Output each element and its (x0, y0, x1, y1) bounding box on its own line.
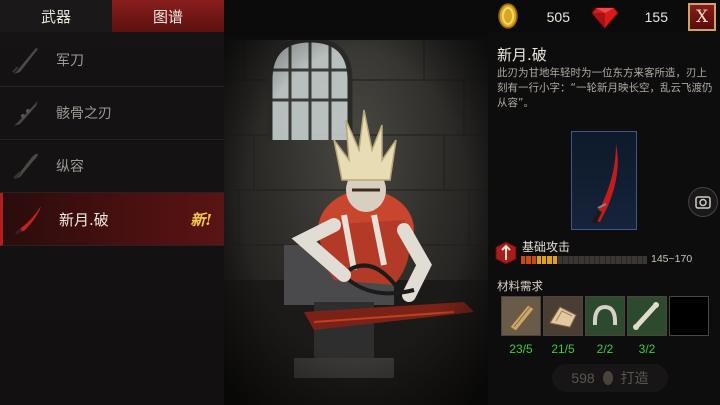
weapon-item-crescent[interactable]: 新月.破 新! (0, 193, 224, 246)
stat-range: 145~170 (651, 253, 693, 265)
stat-bar-segment (547, 256, 552, 264)
coin-icon (498, 3, 518, 29)
weapon-sidebar: 武器 图谱 军刀 骸骨之刃 纵容 新月.破 新! (0, 0, 224, 405)
stat-bar-segment (621, 256, 626, 264)
tab-blueprints[interactable]: 图谱 (112, 0, 224, 32)
material-count: 2/2 (596, 342, 614, 356)
close-button[interactable]: X (688, 3, 716, 31)
stat-bar-segment (542, 256, 547, 264)
stat-bar-segment (531, 256, 536, 264)
stat-bar-segment (526, 256, 531, 264)
blacksmith-scene (224, 40, 488, 405)
new-badge: 新! (190, 210, 212, 229)
attack-stat-bar (521, 256, 648, 264)
stat-bar-segment (589, 256, 595, 264)
stat-bar-segment (632, 256, 637, 264)
weapon-description: 此刃为甘地年轻时为一位东方来客所造，刃上刻有一行小字：“一轮新月映长空，乱云飞渡… (497, 67, 713, 109)
stat-bar-segment (642, 256, 648, 264)
weapon-name: 纵容 (56, 159, 84, 175)
camera-button[interactable] (688, 187, 718, 217)
wood-plank-icon (509, 304, 535, 332)
stat-bar-segment (521, 256, 526, 264)
stat-bar-segment (637, 256, 642, 264)
scene-illustration (224, 40, 488, 405)
material-count: 23/5 (509, 342, 533, 356)
crescent-blade-preview-icon (592, 144, 618, 224)
material-count: 3/2 (638, 342, 656, 356)
bone-blade-icon (14, 101, 38, 126)
bone-shard-icon (633, 302, 659, 330)
material-slot[interactable] (585, 296, 625, 336)
horseshoe-crest-icon (592, 304, 618, 326)
camera-icon (695, 196, 711, 209)
stat-label: 基础攻击 (522, 240, 571, 254)
material-slot[interactable] (543, 296, 583, 336)
crescent-blade-icon (15, 206, 41, 235)
stat-bar-segment (558, 256, 563, 264)
stat-bar-segment (584, 256, 589, 264)
craft-label: 打造 (620, 371, 649, 387)
material-slot[interactable] (501, 296, 541, 336)
material-slot[interactable] (627, 296, 667, 336)
stat-bar-segment (600, 256, 605, 264)
coin-count: 505 (546, 9, 570, 25)
coin-icon (602, 371, 613, 385)
materials-label: 材料需求 (497, 279, 543, 293)
craft-button[interactable]: 598 打造 (552, 364, 668, 392)
weapon-item-saber[interactable]: 军刀 (0, 34, 224, 87)
stat-bar-segment (552, 256, 558, 264)
weapon-item-indulgence[interactable]: 纵容 (0, 140, 224, 193)
attack-stat-icon (495, 241, 517, 265)
weapon-list: 军刀 骸骨之刃 纵容 新月.破 新! (0, 34, 224, 246)
weapon-preview (571, 131, 637, 230)
weapon-title: 新月.破 (497, 46, 547, 64)
stat-bar-segment (573, 256, 579, 264)
stat-bar-segment (536, 256, 542, 264)
tab-weapons[interactable]: 武器 (0, 0, 112, 32)
leather-pile-icon (549, 306, 577, 328)
stat-bar-segment (579, 256, 584, 264)
stat-bar-segment (605, 256, 611, 264)
material-slot-empty[interactable] (669, 296, 709, 336)
saber-icon (12, 48, 38, 74)
stat-bar-segment (611, 256, 616, 264)
stat-bar-segment (595, 256, 600, 264)
stat-bar-segment (626, 256, 632, 264)
gem-count: 155 (644, 9, 668, 25)
weapon-name: 军刀 (56, 53, 84, 69)
material-count: 21/5 (551, 342, 575, 356)
stat-bar-segment (616, 256, 621, 264)
weapon-name: 新月.破 (59, 210, 109, 229)
indulgence-blade-icon (13, 153, 38, 180)
stat-bar-segment (568, 256, 573, 264)
weapon-item-bone-blade[interactable]: 骸骨之刃 (0, 87, 224, 140)
stat-bar-segment (563, 256, 568, 264)
craft-cost: 598 (571, 370, 595, 386)
weapon-name: 骸骨之刃 (56, 106, 112, 122)
ruby-gem-icon (591, 7, 619, 29)
category-tabs: 武器 图谱 (0, 0, 224, 32)
